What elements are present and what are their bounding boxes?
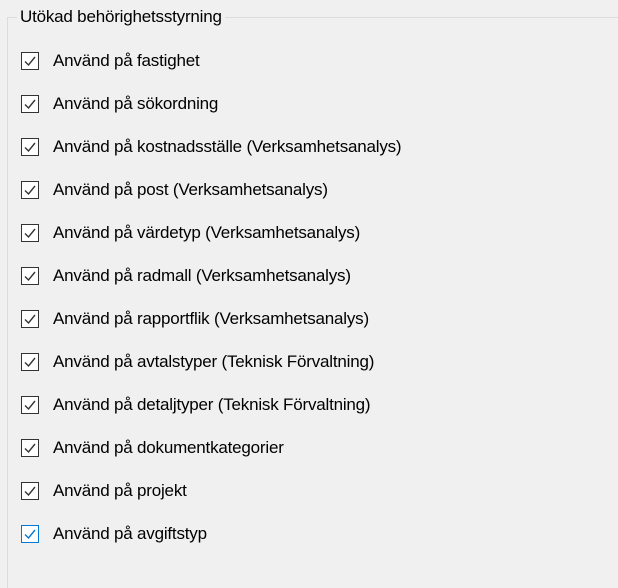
checkbox-row-kostnadsstalle[interactable]: Använd på kostnadsställe (Verksamhetsana… <box>21 135 402 159</box>
checkbox-box[interactable] <box>21 181 39 199</box>
checkbox-row-rapportflik[interactable]: Använd på rapportflik (Verksamhetsanalys… <box>21 307 369 331</box>
checkbox-label: Använd på fastighet <box>53 51 200 70</box>
checkbox-row-sokordning[interactable]: Använd på sökordning <box>21 92 218 116</box>
checkbox-row-vardetyp[interactable]: Använd på värdetyp (Verksamhetsanalys) <box>21 221 360 245</box>
checkbox-label: Använd på kostnadsställe (Verksamhetsana… <box>53 137 402 156</box>
checkbox-label: Använd på post (Verksamhetsanalys) <box>53 180 328 199</box>
checkmark-icon <box>24 486 36 497</box>
checkbox-label: Använd på dokumentkategorier <box>53 438 284 457</box>
checkbox-row-projekt[interactable]: Använd på projekt <box>21 479 187 503</box>
checkmark-icon <box>24 529 36 540</box>
checkbox-label: Använd på avgiftstyp <box>53 524 207 543</box>
checkbox-label: Använd på sökordning <box>53 94 219 113</box>
checkbox-box[interactable] <box>21 310 39 328</box>
checkmark-icon <box>24 142 36 153</box>
checkbox-box[interactable] <box>21 353 39 371</box>
checkbox-row-post[interactable]: Använd på post (Verksamhetsanalys) <box>21 178 328 202</box>
checkbox-row-fastighet[interactable]: Använd på fastighet <box>21 49 200 73</box>
checkmark-icon <box>24 443 36 454</box>
checkbox-box[interactable] <box>21 52 39 70</box>
checkbox-row-radmall[interactable]: Använd på radmall (Verksamhetsanalys) <box>21 264 351 288</box>
checkmark-icon <box>24 99 36 110</box>
checkbox-box[interactable] <box>21 482 39 500</box>
options-list: Använd på fastighet Använd på sökordning… <box>0 0 618 588</box>
checkmark-icon <box>24 228 36 239</box>
checkbox-label: Använd på rapportflik (Verksamhetsanalys… <box>53 309 369 328</box>
checkbox-label: Använd på värdetyp (Verksamhetsanalys) <box>53 223 361 242</box>
checkbox-label: Använd på projekt <box>53 481 187 500</box>
checkbox-box[interactable] <box>21 267 39 285</box>
checkbox-row-avgiftstyp[interactable]: Använd på avgiftstyp <box>21 522 207 546</box>
checkbox-row-avtalstyper[interactable]: Använd på avtalstyper (Teknisk Förvaltni… <box>21 350 374 374</box>
checkbox-label: Använd på detaljtyper (Teknisk Förvaltni… <box>53 395 371 414</box>
checkbox-label: Använd på avtalstyper (Teknisk Förvaltni… <box>53 352 375 371</box>
checkmark-icon <box>24 185 36 196</box>
checkmark-icon <box>24 357 36 368</box>
checkbox-box[interactable] <box>21 439 39 457</box>
checkmark-icon <box>24 314 36 325</box>
checkbox-row-dokumentkategorier[interactable]: Använd på dokumentkategorier <box>21 436 284 460</box>
checkbox-box[interactable] <box>21 138 39 156</box>
checkmark-icon <box>24 400 36 411</box>
checkbox-box[interactable] <box>21 396 39 414</box>
checkbox-row-detaljtyper[interactable]: Använd på detaljtyper (Teknisk Förvaltni… <box>21 393 371 417</box>
checkbox-box[interactable] <box>21 95 39 113</box>
checkmark-icon <box>24 271 36 282</box>
checkbox-box[interactable] <box>21 525 39 543</box>
checkbox-label: Använd på radmall (Verksamhetsanalys) <box>53 266 351 285</box>
checkbox-box[interactable] <box>21 224 39 242</box>
checkmark-icon <box>24 56 36 67</box>
